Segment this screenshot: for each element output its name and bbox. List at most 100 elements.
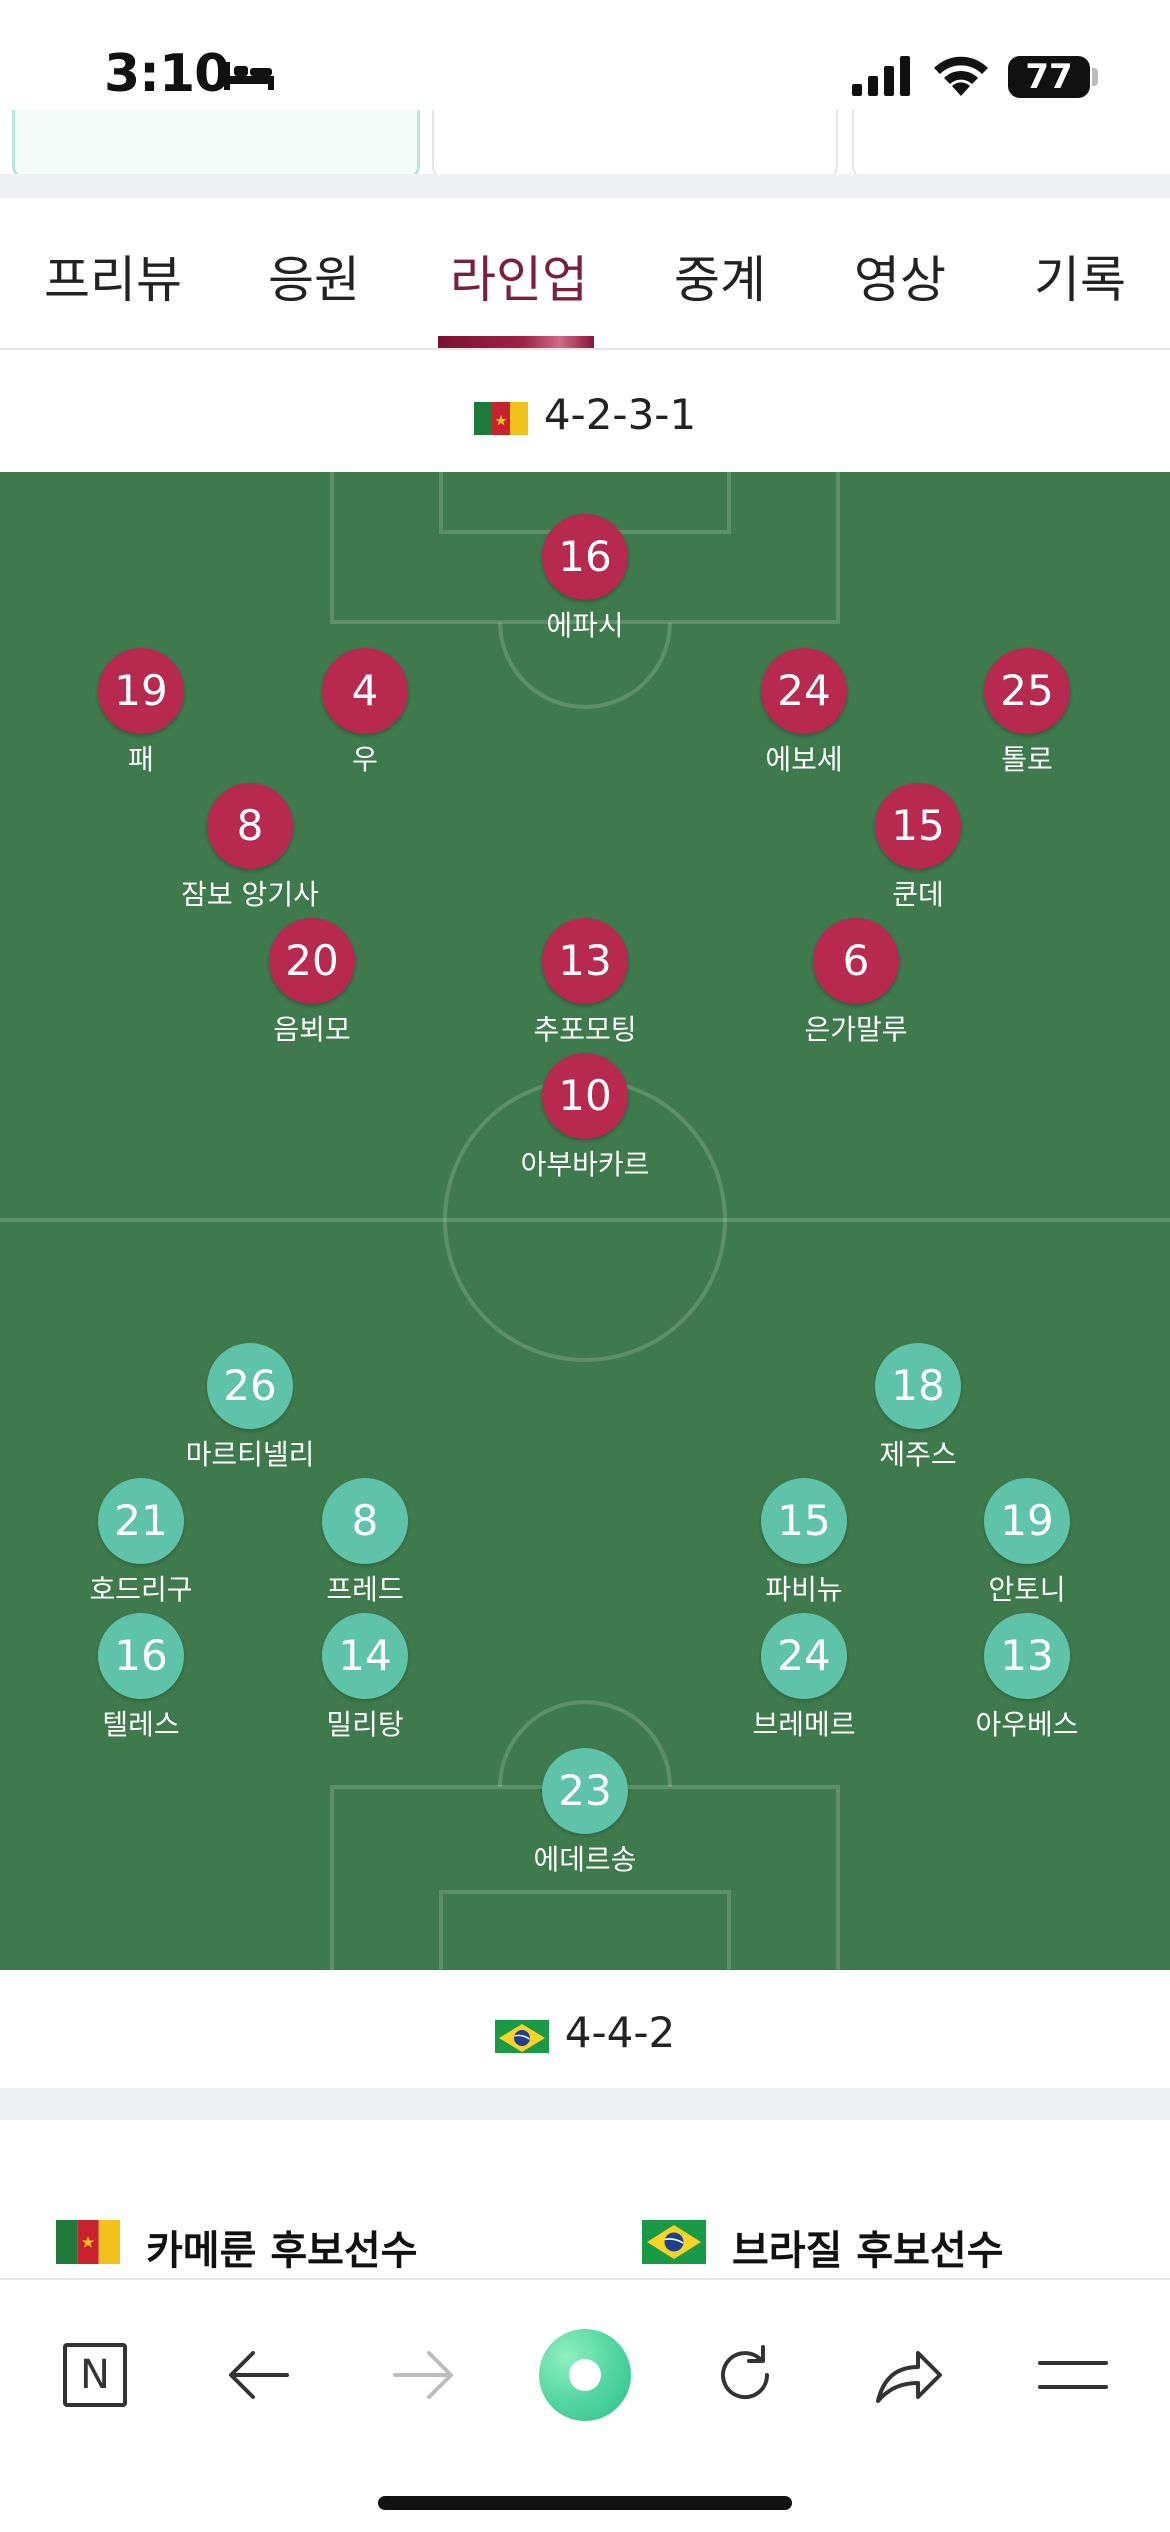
player-name: 프레드 xyxy=(326,1573,404,1606)
brazil-flag-icon xyxy=(642,2220,706,2264)
player-number-badge: 21 xyxy=(98,1478,184,1564)
tab-video[interactable]: 영상 xyxy=(854,240,946,312)
player-number-badge: 8 xyxy=(207,783,293,869)
home-subs-title: 카메룬 후보선수 xyxy=(146,2228,418,2274)
away-player[interactable]: 21 호드리구 xyxy=(41,1478,241,1608)
player-number-badge: 14 xyxy=(322,1613,408,1699)
player-name: 은가말루 xyxy=(804,1013,908,1046)
player-number-badge: 15 xyxy=(761,1478,847,1564)
refresh-button[interactable] xyxy=(690,2320,800,2430)
forward-arrow-icon xyxy=(393,2351,453,2399)
away-player[interactable]: 26 마르티넬리 xyxy=(150,1343,350,1473)
away-subs-title: 브라질 후보선수 xyxy=(732,2228,1004,2274)
away-formation: 4-4-2 xyxy=(564,2008,676,2057)
away-player[interactable]: 18 제주스 xyxy=(818,1343,1018,1473)
signal-icon xyxy=(852,56,910,96)
away-player[interactable]: 16 텔레스 xyxy=(41,1613,241,1743)
browser-bottom-bar: N xyxy=(0,2278,1170,2532)
away-formation-row: 4-4-2 xyxy=(0,1970,1170,2088)
player-name: 패 xyxy=(128,743,154,776)
player-name: 우 xyxy=(352,743,378,776)
section-divider xyxy=(0,174,1170,198)
match-card[interactable] xyxy=(12,110,420,180)
away-player[interactable]: 14 밀리탕 xyxy=(265,1613,465,1743)
tab-bar: 프리뷰 응원 라인업 중계 영상 기록 xyxy=(0,198,1170,350)
tab-broadcast[interactable]: 중계 xyxy=(674,240,766,312)
away-player[interactable]: 13 아우베스 xyxy=(927,1613,1127,1743)
home-indicator xyxy=(378,2496,792,2510)
player-number-badge: 8 xyxy=(322,1478,408,1564)
cameroon-flag-icon xyxy=(56,2220,120,2264)
green-dot-button[interactable] xyxy=(530,2320,640,2430)
menu-icon xyxy=(1038,2361,1108,2389)
home-player[interactable]: 6 은가말루 xyxy=(756,918,956,1048)
tab-preview[interactable]: 프리뷰 xyxy=(44,240,182,312)
bed-icon xyxy=(224,62,274,90)
player-name: 마르티넬리 xyxy=(185,1438,315,1471)
home-formation-row: 4-2-3-1 xyxy=(0,352,1170,472)
tab-lineup[interactable]: 라인업 xyxy=(450,240,588,312)
player-number-badge: 19 xyxy=(984,1478,1070,1564)
player-name: 에데르송 xyxy=(533,1843,637,1876)
home-player[interactable]: 20 음뵈모 xyxy=(212,918,412,1048)
away-player[interactable]: 8 프레드 xyxy=(265,1478,465,1608)
battery-indicator: 77 xyxy=(1008,56,1090,98)
player-name: 음뵈모 xyxy=(273,1013,351,1046)
away-player[interactable]: 15 파비뉴 xyxy=(704,1478,904,1608)
away-player[interactable]: 24 브레메르 xyxy=(704,1613,904,1743)
home-player[interactable]: 15 쿤데 xyxy=(818,783,1018,913)
player-name: 아부바카르 xyxy=(520,1148,650,1181)
forward-button[interactable] xyxy=(368,2320,478,2430)
refresh-icon xyxy=(721,2345,770,2400)
home-player[interactable]: 10 아부바카르 xyxy=(485,1053,685,1183)
back-button[interactable] xyxy=(204,2320,314,2430)
substitutes-section: 카메룬 후보선수 브라질 후보선수 xyxy=(0,2120,1170,2280)
wifi-icon xyxy=(934,56,988,96)
share-icon xyxy=(876,2351,942,2403)
player-number-badge: 10 xyxy=(542,1053,628,1139)
home-player[interactable]: 4 우 xyxy=(265,648,465,778)
home-player[interactable]: 25 톨로 xyxy=(927,648,1127,778)
player-name: 제주스 xyxy=(879,1438,957,1471)
player-number-badge: 6 xyxy=(813,918,899,1004)
back-arrow-icon xyxy=(229,2351,289,2399)
player-number-badge: 24 xyxy=(761,648,847,734)
green-dot-icon xyxy=(539,2329,631,2421)
status-time: 3:10 xyxy=(104,44,230,104)
player-name: 안토니 xyxy=(988,1573,1066,1606)
player-number-badge: 20 xyxy=(269,918,355,1004)
active-tab-indicator xyxy=(438,336,594,348)
player-name: 잠보 앙기사 xyxy=(181,878,319,911)
battery-tip xyxy=(1092,68,1098,86)
section-divider xyxy=(0,2088,1170,2120)
player-name: 호드리구 xyxy=(89,1573,193,1606)
away-player[interactable]: 19 안토니 xyxy=(927,1478,1127,1608)
player-name: 추포모팅 xyxy=(533,1013,637,1046)
home-player[interactable]: 19 패 xyxy=(41,648,241,778)
away-player[interactable]: 23 에데르송 xyxy=(485,1748,685,1878)
player-number-badge: 24 xyxy=(761,1613,847,1699)
player-number-badge: 26 xyxy=(207,1343,293,1429)
n-logo-icon: N xyxy=(63,2343,127,2407)
naver-home-button[interactable]: N xyxy=(40,2320,150,2430)
player-name: 파비뉴 xyxy=(765,1573,843,1606)
menu-button[interactable] xyxy=(1018,2320,1128,2430)
match-card[interactable] xyxy=(432,110,838,180)
tab-cheer[interactable]: 응원 xyxy=(268,240,360,312)
player-number-badge: 16 xyxy=(542,514,628,600)
home-player[interactable]: 13 추포모팅 xyxy=(485,918,685,1048)
match-card[interactable] xyxy=(852,110,1170,180)
player-number-badge: 19 xyxy=(98,648,184,734)
share-button[interactable] xyxy=(854,2320,964,2430)
tab-records[interactable]: 기록 xyxy=(1034,240,1126,312)
home-player[interactable]: 16 에파시 xyxy=(485,514,685,644)
pitch: 16 에파시 19 패 4 우 24 에보세 25 톨로 8 잠보 앙기사 15… xyxy=(0,472,1170,1970)
player-number-badge: 23 xyxy=(542,1748,628,1834)
home-player[interactable]: 8 잠보 앙기사 xyxy=(150,783,350,913)
home-player[interactable]: 24 에보세 xyxy=(704,648,904,778)
player-name: 에파시 xyxy=(546,609,624,642)
player-number-badge: 4 xyxy=(322,648,408,734)
player-name: 톨로 xyxy=(1001,743,1053,776)
player-number-badge: 13 xyxy=(542,918,628,1004)
player-name: 밀리탕 xyxy=(326,1708,404,1741)
